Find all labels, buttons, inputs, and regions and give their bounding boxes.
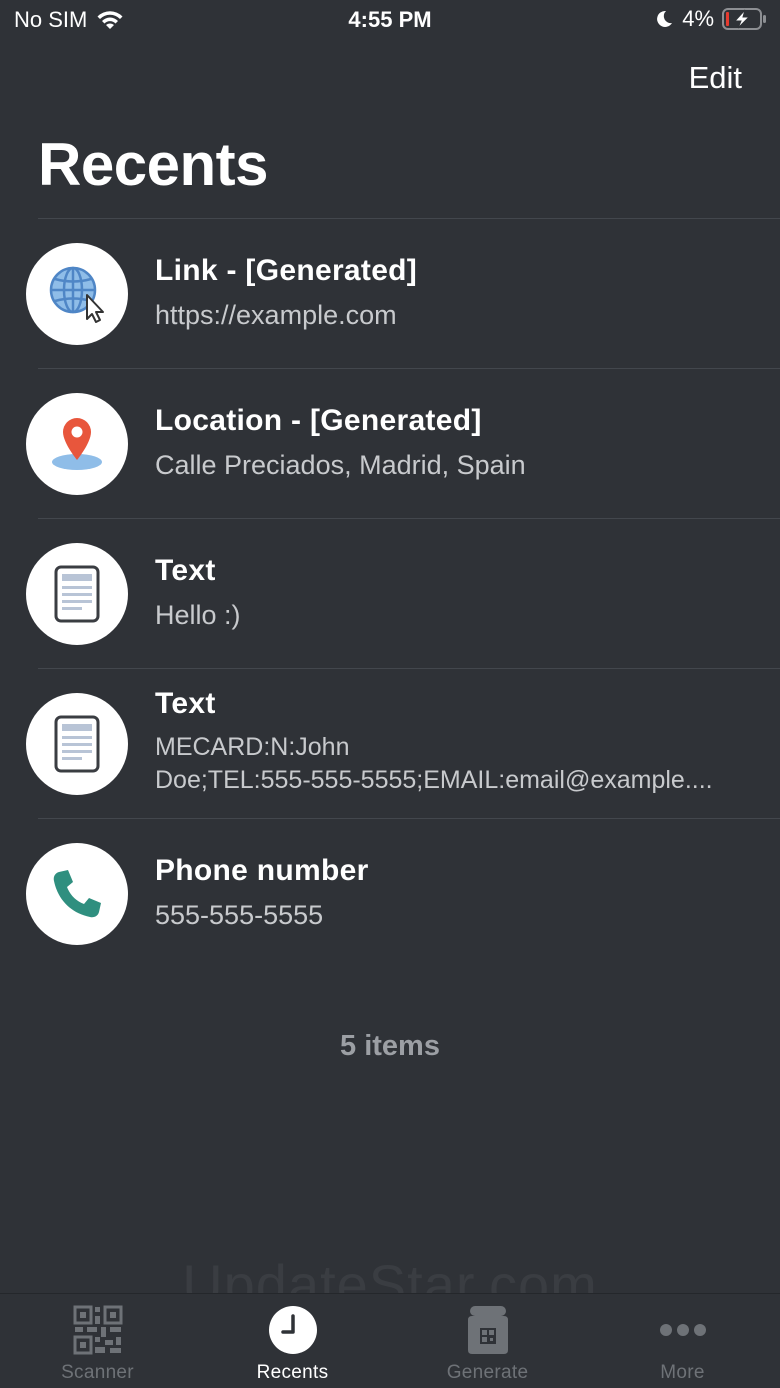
item-count-label: 5 items [340, 1030, 440, 1062]
item-subtitle: MECARD:N:John Doe;TEL:555-555-5555;EMAIL… [155, 731, 744, 797]
carrier-label: No SIM [14, 7, 88, 32]
status-bar: No SIM 4:55 PM 4% [0, 0, 780, 40]
item-title: Text [155, 687, 216, 720]
more-dots-icon [657, 1304, 709, 1356]
tab-generate[interactable]: Generate [390, 1294, 585, 1388]
battery-charging-icon [722, 8, 766, 30]
item-subtitle-line: MECARD:N:John [155, 733, 350, 761]
tab-scanner[interactable]: Scanner [0, 1294, 195, 1388]
tab-bar: Scanner Recents Generate More [0, 1293, 780, 1388]
location-pin-icon [26, 393, 128, 495]
list-item[interactable]: Phone number 555-555-5555 [0, 819, 780, 969]
item-title: Text [155, 554, 216, 587]
phone-icon [26, 843, 128, 945]
recents-list: Link - [Generated] https://example.com L… [0, 219, 780, 969]
document-icon [26, 693, 128, 795]
status-right: 4% [654, 6, 768, 32]
tab-label: Generate [446, 1362, 529, 1383]
battery-percent: 4% [682, 6, 714, 31]
item-title: Location - [Generated] [155, 404, 482, 437]
list-item[interactable]: Text Hello :) [0, 519, 780, 669]
tab-label: More [660, 1362, 705, 1383]
item-subtitle: 555-555-5555 [155, 900, 324, 930]
list-item[interactable]: Link - [Generated] https://example.com [0, 219, 780, 369]
item-subtitle: Calle Preciados, Madrid, Spain [155, 450, 526, 480]
clock-icon [267, 1304, 319, 1356]
item-subtitle: Hello :) [155, 600, 241, 630]
qr-code-icon [72, 1304, 124, 1356]
status-carrier: No SIM [14, 7, 125, 33]
tab-label: Recents [256, 1362, 329, 1383]
wifi-icon [97, 11, 123, 29]
item-subtitle-line: Doe;TEL:555-555-5555;EMAIL:email@example… [155, 766, 713, 794]
tab-recents[interactable]: Recents [195, 1294, 390, 1388]
document-icon [26, 543, 128, 645]
item-title: Phone number [155, 854, 369, 887]
qr-jar-icon [462, 1304, 514, 1356]
tab-label: Scanner [61, 1362, 134, 1383]
moon-icon [657, 10, 673, 27]
list-item[interactable]: Location - [Generated] Calle Preciados, … [0, 369, 780, 519]
list-item[interactable]: Text MECARD:N:John Doe;TEL:555-555-5555;… [0, 669, 780, 819]
item-subtitle: https://example.com [155, 300, 397, 330]
item-title: Link - [Generated] [155, 254, 418, 287]
page-title: Recents [38, 131, 268, 198]
edit-button[interactable]: Edit [689, 60, 742, 96]
tab-more[interactable]: More [585, 1294, 780, 1388]
globe-icon [26, 243, 128, 345]
